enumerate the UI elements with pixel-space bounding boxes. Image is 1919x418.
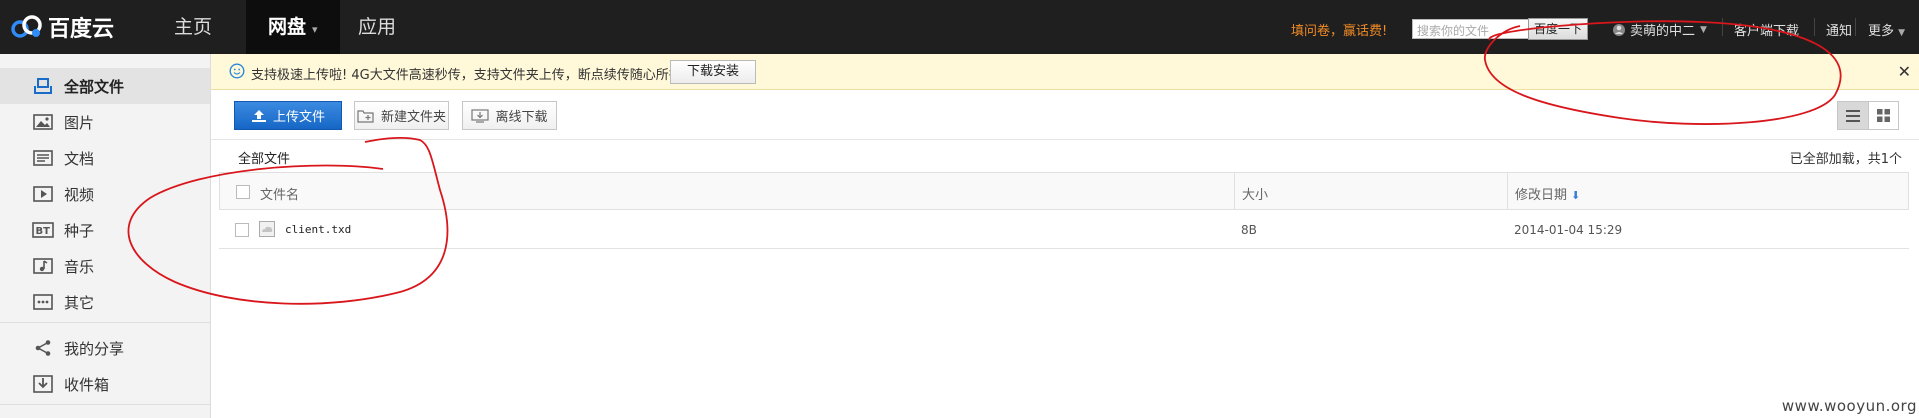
notifications-link[interactable]: 通知 (1826, 20, 1852, 39)
video-icon (32, 184, 54, 204)
divider (1855, 18, 1856, 36)
more-icon (32, 292, 54, 312)
nav-home[interactable]: 主页 (174, 0, 212, 54)
sidebar-item-my-shares[interactable]: 我的分享 (0, 330, 210, 366)
sidebar-item-label: 种子 (64, 221, 95, 240)
file-table-header: 文件名 大小 修改日期 ⬇ (219, 172, 1909, 210)
username: 卖萌的中二 (1630, 24, 1696, 39)
nav-apps[interactable]: 应用 (358, 0, 396, 54)
load-status: 已全部加载，共1个 (1789, 152, 1902, 167)
logo-text: 百度云 (48, 17, 115, 42)
list-view-button[interactable] (1838, 102, 1868, 129)
sidebar-item-other[interactable]: 其它 (0, 284, 210, 320)
upload-file-button[interactable]: 上传文件 (234, 101, 342, 130)
sidebar-item-images[interactable]: 图片 (0, 104, 210, 140)
column-header-filename[interactable]: 文件名 (260, 184, 299, 203)
survey-promo-link[interactable]: 填问卷，赢话费! (1291, 20, 1387, 39)
nav-netdisk[interactable]: 网盘 ▾ (246, 0, 340, 54)
bt-icon: BT (32, 220, 54, 240)
file-modified-date: 2014-01-04 15:29 (1514, 223, 1623, 237)
toolbar: 上传文件 新建文件夹 离线下载 (211, 90, 1919, 140)
offline-download-icon (471, 108, 490, 123)
document-icon (32, 148, 54, 168)
list-view-icon (1846, 109, 1860, 122)
column-header-size[interactable]: 大小 (1242, 184, 1268, 203)
new-folder-button[interactable]: 新建文件夹 (354, 101, 449, 130)
share-icon (32, 338, 54, 358)
cloud-logo-icon (11, 15, 42, 38)
svg-text:BT: BT (36, 226, 51, 237)
divider (1722, 18, 1723, 36)
baidu-cloud-logo[interactable]: 百度云 (10, 12, 114, 42)
sidebar-item-documents[interactable]: 文档 (0, 140, 210, 176)
sidebar: 全部文件 图片 文档 视频 BT 种子 音乐 其它 我的分享 收件箱 (0, 54, 211, 418)
notice-bar: 支持极速上传啦! 4G大文件高速秒传，支持文件夹上传，断点续传随心所欲! 下载安… (211, 54, 1919, 90)
sidebar-item-torrents[interactable]: BT 种子 (0, 212, 210, 248)
row-checkbox[interactable] (235, 223, 249, 237)
sidebar-item-label: 我的分享 (64, 339, 125, 358)
sidebar-item-inbox[interactable]: 收件箱 (0, 366, 210, 402)
grid-view-icon (1877, 109, 1890, 122)
sidebar-item-label: 其它 (64, 293, 95, 312)
top-navigation-bar: 百度云 主页 网盘 ▾ 应用 填问卷，赢话费! 搜索你的文件 百度一下 卖萌的中二… (0, 0, 1919, 54)
column-divider (1507, 173, 1508, 209)
upload-icon (251, 109, 266, 122)
file-name[interactable]: client.txd (285, 223, 351, 236)
new-folder-icon (357, 109, 374, 123)
music-icon (32, 256, 54, 276)
smiley-icon (229, 63, 245, 83)
file-size: 8B (1241, 223, 1257, 237)
search-input[interactable]: 搜索你的文件 (1412, 19, 1530, 39)
sidebar-item-videos[interactable]: 视频 (0, 176, 210, 212)
sidebar-item-label: 音乐 (64, 257, 95, 276)
sidebar-item-label: 图片 (64, 113, 95, 132)
chevron-down-icon: ▼ (1700, 24, 1707, 35)
sidebar-item-label: 收件箱 (64, 375, 110, 394)
notice-text: 支持极速上传啦! 4G大文件高速秒传，支持文件夹上传，断点续传随心所欲! (251, 68, 687, 83)
sidebar-item-music[interactable]: 音乐 (0, 248, 210, 284)
more-menu[interactable]: 更多 ▼ (1868, 20, 1905, 39)
watermark: www.wooyun.org (1781, 397, 1917, 415)
select-all-checkbox[interactable] (236, 185, 250, 199)
image-icon (32, 112, 54, 132)
view-toggle (1837, 101, 1899, 130)
chevron-down-icon: ▼ (1898, 28, 1906, 38)
sort-down-icon: ⬇ (1571, 189, 1581, 202)
offline-download-button[interactable]: 离线下载 (462, 101, 557, 130)
breadcrumb[interactable]: 全部文件 (238, 148, 290, 167)
file-type-icon (259, 221, 275, 241)
column-divider (1234, 173, 1235, 209)
search-button[interactable]: 百度一下 (1528, 18, 1588, 40)
user-menu[interactable]: 卖萌的中二 ▼ (1612, 20, 1707, 39)
folder-icon (32, 76, 54, 96)
sidebar-item-label: 全部文件 (64, 77, 125, 96)
user-avatar-icon (1613, 23, 1625, 36)
table-row[interactable]: client.txd 8B 2014-01-04 15:29 (219, 211, 1909, 249)
close-icon[interactable]: ✕ (1898, 62, 1911, 81)
column-header-modified[interactable]: 修改日期 ⬇ (1515, 184, 1580, 203)
sidebar-item-all-files[interactable]: 全部文件 (0, 68, 210, 104)
grid-view-button[interactable] (1868, 102, 1898, 129)
chevron-down-icon: ▾ (312, 23, 318, 36)
client-download-link[interactable]: 客户端下载 (1734, 20, 1799, 39)
sidebar-item-label: 视频 (64, 185, 95, 204)
inbox-icon (32, 374, 54, 394)
sidebar-divider (0, 322, 210, 323)
download-install-button[interactable]: 下载安装 (670, 60, 756, 84)
sidebar-item-label: 文档 (64, 149, 95, 168)
divider (1814, 18, 1815, 36)
sidebar-divider (0, 404, 210, 405)
